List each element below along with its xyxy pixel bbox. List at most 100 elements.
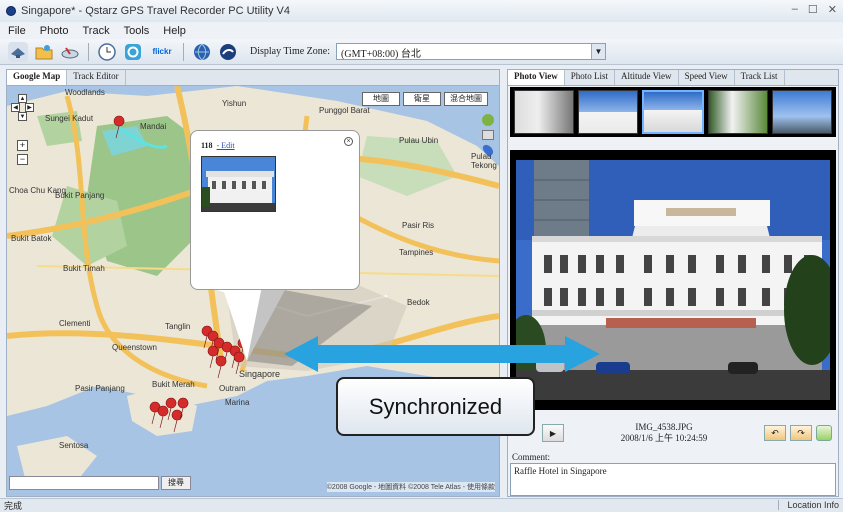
map-type-map-button[interactable]: 地圖 (362, 92, 400, 106)
place-label: Bedok (407, 298, 430, 307)
popup-tail (222, 286, 372, 366)
photo-datetime: 2008/1/6 上午 10:24:59 (620, 433, 708, 443)
menu-help[interactable]: Help (163, 25, 186, 37)
thumbnail-strip (510, 87, 836, 137)
synchronized-label: Synchronized (336, 377, 535, 436)
satellite-dish-icon[interactable] (60, 42, 80, 62)
place-label: Pulau Tekong (471, 152, 497, 170)
thumbnail[interactable] (708, 90, 768, 134)
popup-edit-link[interactable]: - Edit (217, 141, 235, 150)
tab-track-list[interactable]: Track List (735, 70, 785, 85)
timezone-select[interactable]: (GMT+08:00) 台北 ▼ (336, 43, 607, 60)
tab-altitude-view[interactable]: Altitude View (615, 70, 679, 85)
photo-frame (510, 150, 836, 410)
comment-textarea[interactable]: Raffle Hotel in Singapore (510, 463, 836, 496)
comment-label: Comment: (512, 452, 550, 462)
place-label: Bukit Batok (11, 234, 52, 243)
maximize-button[interactable]: ☐ (808, 3, 818, 16)
close-button[interactable]: ✕ (828, 3, 837, 16)
close-icon[interactable]: × (344, 137, 353, 146)
map-copyright: ©2008 Google - 地圖資料 ©2008 Tele Atlas - 使… (326, 482, 495, 492)
popup-photo-thumbnail[interactable] (201, 156, 276, 212)
place-label: Sungei Kadut (45, 114, 94, 123)
flickr-label: flickr (152, 47, 172, 56)
menu-track[interactable]: Track (82, 25, 109, 37)
window-title: Singapore* - Qstarz GPS Travel Recorder … (21, 5, 290, 17)
tab-speed-view[interactable]: Speed View (679, 70, 735, 85)
rotate-right-button[interactable]: ↷ (790, 425, 812, 441)
place-label: Marina (225, 398, 250, 407)
menu-tools[interactable]: Tools (124, 25, 150, 37)
place-label: Mandai (140, 122, 167, 131)
map-search-button[interactable]: 搜尋 (161, 476, 191, 490)
rotate-left-button[interactable]: ↶ (764, 425, 786, 441)
tab-google-map[interactable]: Google Map (7, 70, 68, 85)
title-bar: Singapore* - Qstarz GPS Travel Recorder … (0, 0, 843, 22)
thumbnail[interactable] (772, 90, 832, 134)
google-earth-icon[interactable] (218, 42, 238, 62)
toolbar-separator (183, 42, 184, 61)
tab-photo-view[interactable]: Photo View (508, 70, 565, 85)
map-pan-control[interactable]: ▲ ◀ ▶ ▼ (11, 94, 35, 136)
place-label: Bukit Merah (152, 380, 195, 389)
app-icon (6, 6, 16, 16)
right-tabs: Photo View Photo List Altitude View Spee… (508, 70, 838, 86)
timezone-value: (GMT+08:00) 台北 (341, 49, 421, 60)
photo-controls: ▶ IMG_4538.JPG 2008/1/6 上午 10:24:59 ↶ ↷ (510, 413, 836, 453)
flickr-icon[interactable]: flickr (149, 42, 175, 62)
zoom-out-button[interactable]: − (17, 154, 28, 165)
place-label: Pasir Panjang (75, 384, 125, 393)
zoom-in-button[interactable]: + (17, 140, 28, 151)
chevron-down-icon[interactable]: ▼ (591, 44, 606, 59)
place-label: Pulau Ubin (399, 136, 439, 145)
place-label: Pasir Ris (402, 221, 435, 230)
place-label: Clementi (59, 319, 91, 328)
photo-filename: IMG_4538.JPG (635, 422, 693, 432)
toolbar-separator (88, 42, 89, 61)
place-label: Tampines (399, 248, 434, 257)
photo-popup: 118 - Edit × (190, 130, 360, 290)
play-button[interactable]: ▶ (542, 424, 564, 442)
place-label: Bukit Timah (63, 264, 105, 273)
tab-track-editor[interactable]: Track Editor (67, 70, 126, 85)
refresh-icon[interactable] (123, 42, 143, 62)
popup-photo-number: 118 (201, 141, 213, 150)
thumbnail[interactable] (578, 90, 638, 134)
clock-icon[interactable] (97, 42, 117, 62)
map-type-hybrid-button[interactable]: 混合地圖 (444, 92, 488, 106)
thumbnail[interactable] (514, 90, 574, 134)
status-text: 完成 (4, 501, 23, 511)
status-bar: 完成 Location Info (0, 498, 843, 512)
popup-title: 118 - Edit (201, 141, 235, 150)
menu-photo[interactable]: Photo (40, 25, 69, 37)
thumbnail-selected[interactable] (642, 90, 704, 134)
open-folder-icon[interactable] (34, 42, 54, 62)
place-label: Bukit Panjang (55, 191, 105, 200)
place-label: Yishun (222, 99, 247, 108)
photo-panel: Photo View Photo List Altitude View Spee… (507, 69, 839, 497)
tab-photo-list[interactable]: Photo List (565, 70, 616, 85)
hotel-thumbnail-image (202, 157, 275, 211)
raffles-hotel-photo (516, 160, 830, 400)
place-label: Woodlands (65, 88, 105, 97)
globe-icon[interactable] (192, 42, 212, 62)
map-search-input[interactable] (9, 476, 159, 490)
place-label: Sentosa (59, 441, 89, 450)
map-type-satellite-button[interactable]: 衛星 (403, 92, 441, 106)
photo-metadata: IMG_4538.JPG 2008/1/6 上午 10:24:59 (564, 422, 764, 444)
toolbar: flickr Display Time Zone: (GMT+08:00) 台北… (0, 39, 843, 65)
menu-file[interactable]: File (8, 25, 26, 37)
refresh-map-icon[interactable] (482, 114, 494, 126)
place-label: Queenstown (112, 343, 157, 352)
photo-display[interactable] (516, 160, 830, 400)
layers-icon[interactable] (482, 130, 494, 140)
minimize-button[interactable]: – (792, 3, 798, 16)
menu-bar: File Photo Track Tools Help (0, 22, 843, 39)
place-label: Punggol Barat (319, 106, 370, 115)
place-label: Tanglin (165, 322, 191, 331)
left-tabs: Google Map Track Editor (7, 70, 499, 86)
location-info-panel[interactable]: Location Info (778, 500, 839, 510)
timezone-label: Display Time Zone: (250, 46, 331, 57)
refresh-photo-icon[interactable] (816, 425, 832, 441)
import-icon[interactable] (8, 41, 28, 62)
